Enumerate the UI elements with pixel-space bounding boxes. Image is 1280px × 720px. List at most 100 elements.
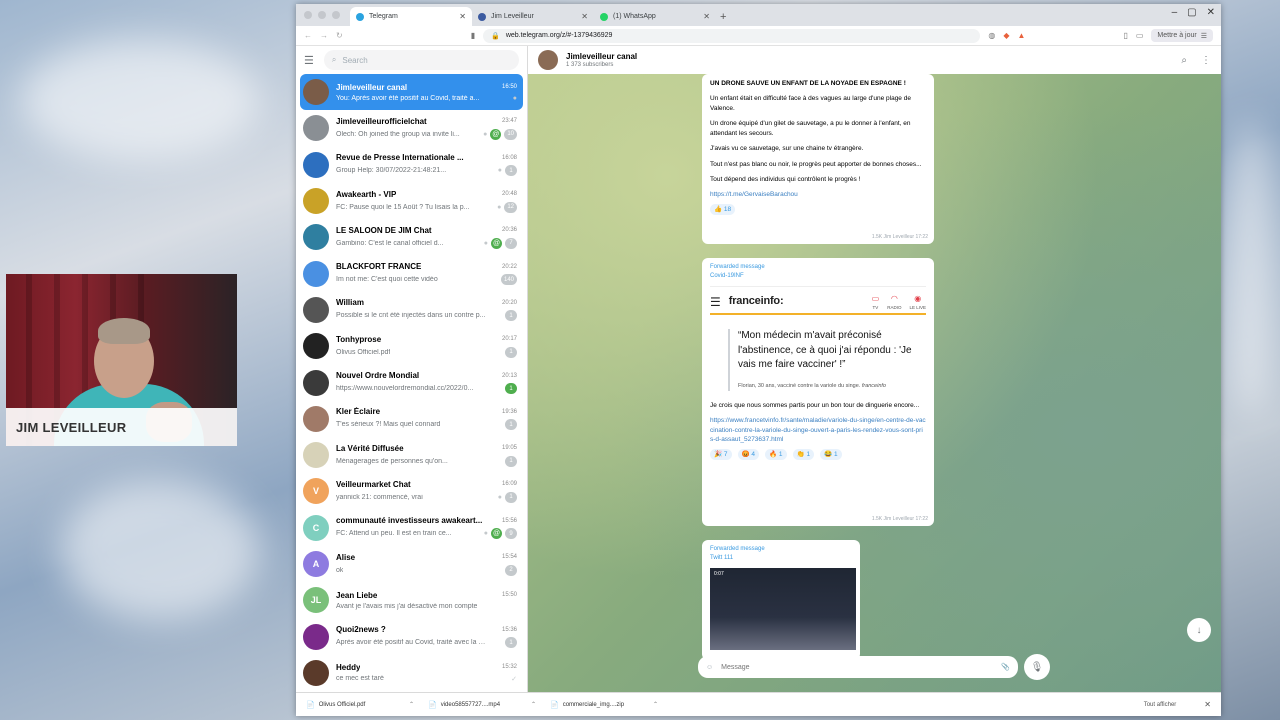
reaction-chip[interactable]: 🔥 1 — [765, 448, 787, 460]
minimize-icon[interactable]: – — [1172, 7, 1178, 18]
message-text: Je crois que nous sommes partis pour un … — [710, 401, 920, 409]
tab-whatsapp[interactable]: (1) WhatsApp ✕ — [594, 7, 716, 26]
unread-badge: 1 — [505, 310, 517, 322]
franceinfo-image[interactable]: ☰ franceinfo: ▭ TV ◠ RADIO ◉ LE LIVE “Mon m… — [710, 286, 926, 391]
mention-badge: @ — [491, 237, 502, 249]
reload-icon[interactable]: ↻ — [336, 31, 343, 40]
wallet-icon[interactable]: ▭ — [1136, 31, 1144, 40]
chat-time: 15:54 — [501, 554, 517, 560]
chat-avatar — [303, 659, 329, 686]
chat-time: 20:22 — [501, 263, 517, 270]
tab-jim-leveilleur[interactable]: Jim Leveilleur ✕ — [472, 7, 594, 26]
chat-list-item[interactable]: JL Jean Liebe 15:50 Avant je l'avais mis… — [300, 582, 523, 618]
forwarded-from[interactable]: Twitt 111 — [710, 554, 852, 563]
unread-badge: 2 — [505, 564, 517, 576]
download-item[interactable]: 📄 commerciale_img....zip ⌃ — [550, 701, 658, 709]
extension-icon[interactable]: ◍ — [988, 31, 995, 40]
tv-icon: ▭ — [871, 294, 880, 304]
search-icon[interactable]: ⌕ — [1181, 55, 1187, 66]
chat-preview: FC: Attend un peu. Il est en train ce... — [336, 530, 452, 538]
microphone-icon[interactable]: 🎙 — [1024, 654, 1050, 680]
message-headline: UN DRONE SAUVE UN ENFANT DE LA NOYADE EN… — [710, 80, 906, 87]
chat-list-item[interactable]: William 20:20 Possible si le cnt été inj… — [300, 292, 523, 328]
chat-preview: You: Après avoir été positif au Covid, t… — [336, 94, 480, 102]
reaction-chip[interactable]: 😡 4 — [737, 448, 760, 460]
sidebar-header: ☰ ⌕ Search — [296, 46, 527, 74]
sidebar-toggle-icon[interactable]: ▯ — [1123, 31, 1127, 40]
chat-list-item[interactable]: Tonhyprose 20:17 Olivus Officiel.pdf 1 — [300, 328, 523, 364]
chat-preview: Group Help: 30/07/2022-21:48:21... — [336, 167, 447, 175]
chat-name: Jimleveilleurofficielchat — [336, 116, 427, 126]
channel-avatar[interactable] — [538, 50, 558, 70]
channel-subscribers: 1 373 subscribers — [566, 62, 614, 68]
download-item[interactable]: 📄 video58557727....mp4 ⌃ — [428, 701, 536, 709]
chat-list-item[interactable]: Jimleveilleurofficielchat 23:47 Olech: O… — [300, 110, 523, 146]
chat-list-item[interactable]: BLACKFORT FRANCE 20:22 Im not me: C'est … — [300, 255, 523, 291]
forwarded-from[interactable]: Covid-19INF — [710, 272, 926, 281]
chat-list-item[interactable]: Revue de Presse Internationale ... 16:08… — [300, 147, 523, 183]
update-button[interactable]: Mettre à jour ☰ — [1151, 29, 1213, 42]
brave-shield-icon[interactable]: ◆ — [1003, 31, 1009, 40]
chat-name: Kler Éclaire — [336, 407, 381, 417]
close-icon[interactable]: ✕ — [703, 12, 710, 21]
channel-title[interactable]: Jimleveilleur canal — [566, 52, 637, 61]
close-icon[interactable]: ✕ — [1204, 700, 1211, 709]
close-icon[interactable]: ✕ — [459, 12, 466, 21]
attach-icon[interactable]: 📎 — [1001, 663, 1010, 671]
chat-list-item[interactable]: Quoi2news ? 15:36 Après avoir été positi… — [300, 618, 523, 654]
search-input[interactable]: Search — [342, 56, 367, 65]
video-thumbnail[interactable]: 0:07 — [710, 568, 856, 651]
search-box[interactable]: ⌕ Search — [323, 50, 519, 70]
message-link[interactable]: https://www.francetvinfo.fr/sante/maladi… — [710, 416, 926, 444]
message-link[interactable]: https://t.me/GervaiseBarachou — [710, 191, 798, 198]
chat-time: 15:50 — [501, 592, 517, 599]
brave-rewards-icon[interactable]: ▲ — [1018, 31, 1026, 40]
message-input[interactable] — [721, 663, 994, 671]
download-item[interactable]: 📄 Olivus Officiel.pdf ⌃ — [306, 701, 414, 709]
new-tab-icon[interactable]: + — [720, 11, 726, 23]
tab-telegram[interactable]: Telegram ✕ — [350, 7, 472, 26]
whatsapp-favicon-icon — [600, 12, 608, 21]
close-icon[interactable]: ✕ — [581, 12, 588, 21]
reaction-chip[interactable]: 😂 1 — [820, 448, 842, 460]
live-label: LE LIVE — [909, 304, 926, 310]
reaction-chip[interactable]: 👏 1 — [792, 448, 815, 460]
chat-list-item[interactable]: Awakearth - VIP 20:48 FC: Pause quoi le … — [300, 183, 523, 219]
show-all-downloads-link[interactable]: Tout afficher — [1144, 702, 1177, 708]
chevron-up-icon[interactable]: ⌃ — [653, 701, 658, 708]
chevron-up-icon[interactable]: ⌃ — [531, 701, 536, 708]
tab-label: (1) WhatsApp — [613, 13, 656, 20]
chat-list-item[interactable]: Nouvel Ordre Mondial 20:13 https://www.n… — [300, 364, 523, 400]
muted-icon: ● — [512, 94, 517, 102]
chat-list-item[interactable]: La Vérité Diffusée 19:05 Ménagerages de … — [300, 437, 523, 473]
close-window-icon[interactable]: ✕ — [1207, 7, 1215, 18]
chevron-up-icon[interactable]: ⌃ — [409, 701, 414, 708]
chat-list-item[interactable]: A Alise 15:54 ok 2 — [300, 546, 523, 582]
url-field[interactable]: 🔒 web.telegram.org/z/#-1379436929 — [483, 28, 981, 43]
forwarded-label: Forwarded message — [710, 546, 765, 552]
reaction-chip[interactable]: 🎉 7 — [710, 448, 732, 460]
back-icon[interactable]: ← — [304, 31, 312, 40]
chat-list-item[interactable]: Kler Éclaire 19:36 T'es sérieux ?! Mais … — [300, 401, 523, 437]
hamburger-icon: ☰ — [710, 294, 721, 309]
chat-list-item[interactable]: C communauté investisseurs awakeart... 1… — [300, 510, 523, 546]
more-icon[interactable]: ⋮ — [1201, 55, 1211, 66]
chat-list-item[interactable]: LE SALOON DE JIM Chat 20:36 Gambino: C'e… — [300, 219, 523, 255]
chat-list-item[interactable]: Jimleveilleur canal 16:50 You: Après avo… — [300, 74, 523, 111]
chat-avatar — [303, 623, 329, 650]
mention-badge: @ — [491, 528, 502, 540]
bookmark-icon[interactable]: ▮ — [471, 31, 475, 40]
scroll-down-icon[interactable]: ↓ — [1187, 618, 1211, 642]
maximize-icon[interactable]: ▢ — [1187, 7, 1196, 18]
hamburger-menu-icon[interactable]: ☰ — [304, 54, 314, 67]
unread-badge: 7 — [505, 237, 517, 249]
chat-list-item[interactable]: V Veilleurmarket Chat 16:09 yannick 21: … — [300, 473, 523, 509]
quote-text: “Mon médecin m'avait préconisé l'abstine… — [738, 330, 912, 371]
emoji-icon[interactable]: ☺ — [706, 664, 713, 671]
composer-box[interactable]: ☺ 📎 — [698, 656, 1018, 678]
forward-icon[interactable]: → — [320, 31, 328, 40]
chat-list-item[interactable]: Heddy 15:32 ce mec est taré ✓ — [300, 655, 523, 691]
file-icon: 📄 — [306, 701, 315, 709]
unread-badge: 1 — [505, 491, 517, 503]
reaction-chip[interactable]: 👍 18 — [710, 203, 736, 216]
